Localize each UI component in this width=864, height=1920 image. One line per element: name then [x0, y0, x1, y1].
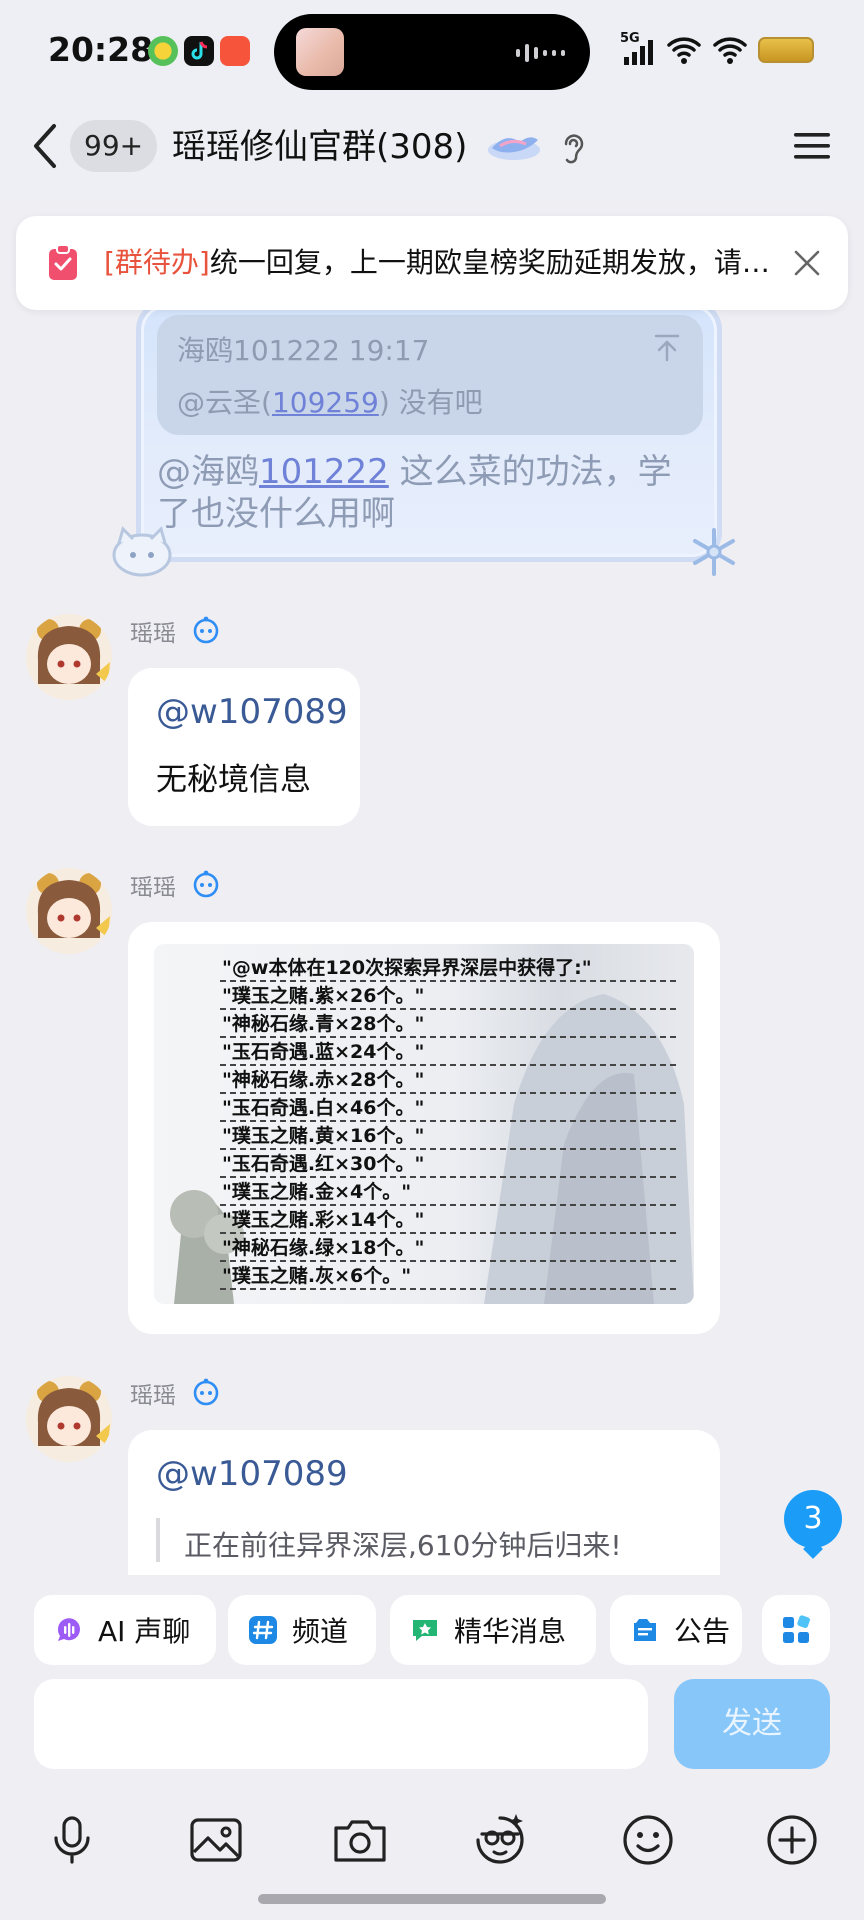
result-line: "璞玉之赌.紫×26个。" — [220, 982, 676, 1010]
image-picker-icon[interactable] — [188, 1812, 244, 1868]
result-line: "玉石奇遇.白×46个。" — [220, 1094, 676, 1122]
emoji-icon[interactable] — [620, 1812, 676, 1868]
menu-icon[interactable] — [790, 128, 834, 164]
ai-sticker-icon[interactable] — [472, 1812, 528, 1868]
chip-label: 精华消息 — [454, 1615, 567, 1648]
todo-message: 统一回复，上一期欧皇榜奖励延期发放，请耐心等待 — [209, 246, 780, 279]
message-bubble[interactable]: @w107089 正在前往异界深层,610分钟后归来! — [128, 1430, 720, 1575]
announcement-icon — [634, 1619, 656, 1641]
result-line: "璞玉之赌.黄×16个。" — [220, 1122, 676, 1150]
audio-wave-icon — [516, 44, 565, 62]
tiktok-notification-icon — [184, 36, 214, 66]
status-bar: 20:28 5G — [0, 0, 864, 100]
quoted-status-text: 正在前往异界深层,610分钟后归来! — [184, 1529, 622, 1562]
result-line: "神秘石缘.绿×18个。" — [220, 1234, 676, 1262]
more-apps-button[interactable] — [762, 1595, 830, 1665]
wifi-icon-1 — [667, 37, 701, 64]
result-line: "神秘石缘.青×28个。" — [220, 1010, 676, 1038]
group-title[interactable]: 瑶瑶修仙官群(308) — [172, 124, 467, 170]
message-text: @海鸥101222 这么菜的功法，学了也没什么用啊 — [157, 452, 672, 534]
todo-clipboard-icon — [49, 244, 77, 280]
battery-icon — [758, 37, 814, 63]
status-time: 20:28 — [48, 30, 154, 69]
channel-hash-icon — [249, 1616, 277, 1644]
quick-action-bar: AI 声聊 频道 精华消息 公告 — [0, 1575, 864, 1675]
ear-icon[interactable] — [558, 130, 588, 166]
ai-voice-chat-button[interactable]: AI 声聊 — [34, 1595, 216, 1665]
add-more-icon[interactable] — [764, 1812, 820, 1868]
bottom-toolbar — [0, 1790, 864, 1920]
group-level-badge-icon — [488, 137, 540, 160]
bot-avatar[interactable] — [26, 868, 112, 954]
image-message-bubble[interactable]: "@w本体在120次探索异界深层中获得了:" "璞玉之赌.紫×26个。" "神秘… — [128, 922, 720, 1334]
message-input[interactable] — [34, 1679, 648, 1769]
send-button[interactable]: 发送 — [674, 1679, 830, 1769]
quote-text: @云圣(109259) 没有吧 — [177, 386, 483, 419]
shopping-notification-icon — [220, 36, 250, 66]
cellular-signal-icon: 5G — [620, 32, 656, 67]
essence-icon — [413, 1620, 437, 1641]
back-arrow-icon[interactable] — [28, 120, 64, 172]
home-indicator[interactable] — [258, 1894, 606, 1904]
robot-badge-icon — [193, 616, 219, 644]
sender-name: 瑶瑶 — [130, 621, 176, 647]
chip-label: 公告 — [674, 1615, 731, 1648]
essence-messages-button[interactable]: 精华消息 — [390, 1595, 596, 1665]
message-bubble[interactable]: @w107089 无秘境信息 — [128, 668, 360, 826]
app-notification-icon — [148, 36, 178, 66]
reply-quote-box[interactable]: 海鸥101222 19:17 @云圣(109259) 没有吧 — [157, 315, 703, 435]
message-list[interactable]: 海鸥101222 19:17 @云圣(109259) 没有吧 @海鸥101222… — [0, 200, 864, 1575]
todo-tag: [群待办] — [104, 246, 210, 279]
jump-to-quote-icon[interactable] — [653, 333, 681, 363]
result-line: "玉石奇遇.红×30个。" — [220, 1150, 676, 1178]
result-line: "神秘石缘.赤×28个。" — [220, 1066, 676, 1094]
chip-label: 频道 — [292, 1615, 349, 1648]
result-text-lines: "@w本体在120次探索异界深层中获得了:" "璞玉之赌.紫×26个。" "神秘… — [220, 954, 676, 1290]
close-icon[interactable] — [792, 248, 822, 278]
result-line: "璞玉之赌.金×4个。" — [220, 1178, 676, 1206]
result-line: "@w本体在120次探索异界深层中获得了:" — [220, 954, 676, 982]
quote-mention-link[interactable]: 109259 — [272, 386, 379, 419]
robot-badge-icon — [193, 870, 219, 898]
unread-count-badge[interactable]: 99+ — [70, 120, 158, 172]
todo-text: [群待办]统一回复，上一期欧皇榜奖励延期发放，请耐心等待 — [104, 238, 780, 288]
wifi-icon-2 — [713, 37, 747, 64]
bot-avatar[interactable] — [26, 1376, 112, 1462]
robot-badge-icon — [193, 1378, 219, 1406]
chat-header: 99+ 瑶瑶修仙官群(308) — [0, 100, 864, 200]
result-line: "璞玉之赌.灰×6个。" — [220, 1262, 676, 1290]
quote-sender: 海鸥101222 19:17 — [177, 334, 430, 367]
microphone-icon[interactable] — [44, 1812, 100, 1868]
chip-label: AI 声聊 — [98, 1615, 191, 1648]
announcement-button[interactable]: 公告 — [610, 1595, 742, 1665]
camera-icon[interactable] — [332, 1812, 388, 1868]
mention-text[interactable]: @w107089 — [156, 692, 348, 732]
result-line: "玉石奇遇.蓝×24个。" — [220, 1038, 676, 1066]
status-indicators: 5G — [620, 30, 814, 70]
mention-text[interactable]: @w107089 — [156, 1454, 348, 1494]
themed-reply-bubble[interactable]: 海鸥101222 19:17 @云圣(109259) 没有吧 @海鸥101222… — [112, 300, 735, 577]
bot-avatar[interactable] — [26, 614, 112, 700]
mention-link[interactable]: 101222 — [259, 452, 389, 492]
dynamic-island[interactable] — [274, 14, 590, 90]
snowflake-icon — [693, 528, 735, 576]
sender-name: 瑶瑶 — [130, 1383, 176, 1409]
channel-button[interactable]: 频道 — [228, 1595, 376, 1665]
now-playing-thumbnail — [296, 28, 344, 76]
exploration-result-image[interactable]: "@w本体在120次探索异界深层中获得了:" "璞玉之赌.紫×26个。" "神秘… — [154, 944, 694, 1304]
apps-grid-icon — [783, 1615, 810, 1643]
result-line: "璞玉之赌.彩×14个。" — [220, 1206, 676, 1234]
cat-decoration-icon — [112, 526, 172, 577]
quote-bar — [156, 1518, 160, 1562]
new-message-count-badge[interactable]: 3 — [784, 1490, 842, 1548]
message-input-row: 发送 — [0, 1675, 864, 1790]
ai-voice-icon — [57, 1618, 80, 1641]
message-text: 无秘境信息 — [156, 762, 311, 798]
sender-name: 瑶瑶 — [130, 875, 176, 901]
group-todo-banner[interactable]: [群待办]统一回复，上一期欧皇榜奖励延期发放，请耐心等待 — [16, 216, 848, 310]
